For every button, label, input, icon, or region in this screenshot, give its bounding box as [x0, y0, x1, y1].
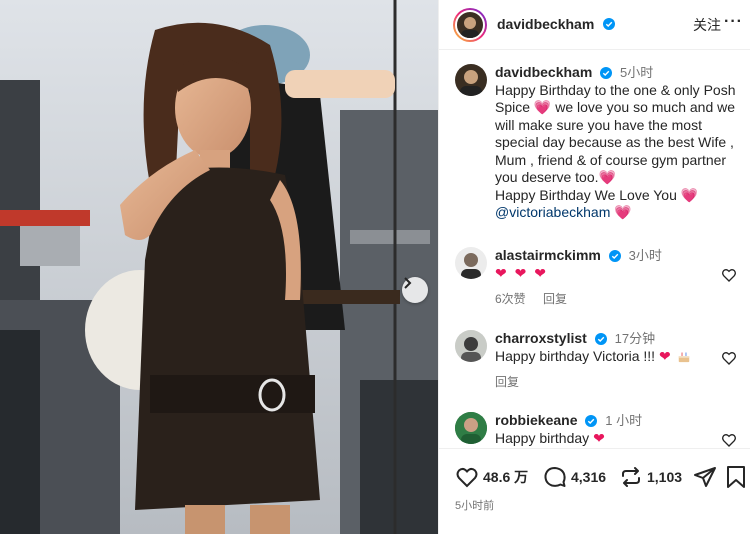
comment-username[interactable]: alastairmckimm: [495, 247, 601, 263]
comment-text-content: Happy birthday Victoria !!!: [495, 347, 659, 364]
heart-emoji: 💗: [598, 169, 616, 185]
heart-outline-icon[interactable]: [721, 267, 737, 283]
posted-time[interactable]: 5小时前: [455, 497, 494, 513]
author-username[interactable]: davidbeckham: [497, 16, 594, 32]
verified-icon: [602, 18, 615, 31]
action-bar: 48.6 万 4,316 1,103 5小时前: [439, 448, 750, 534]
heart-outline-icon[interactable]: [721, 432, 737, 448]
save-icon[interactable]: [725, 465, 747, 489]
heart-outline-icon: [456, 468, 478, 488]
post-photo[interactable]: [0, 0, 438, 534]
comment-likes[interactable]: 6次赞: [495, 292, 526, 306]
reply-button[interactable]: 回复: [543, 292, 567, 306]
comment-body: robbiekeane 1 小时 Happy birthday ❤: [495, 412, 715, 447]
comment-text: ❤ ❤ ❤: [495, 264, 548, 281]
caption-text: Happy Birthday to the one & only Posh Sp…: [495, 82, 745, 222]
author-avatar-image: [455, 9, 485, 40]
comment-text: Happy birthday ❤: [495, 430, 715, 448]
comment-text: Happy birthday Victoria !!! ❤: [495, 348, 715, 366]
heart-emoji: ❤: [658, 347, 673, 364]
birthday-cake-icon: [678, 352, 689, 362]
carousel-next-button[interactable]: [402, 277, 428, 303]
reply-button[interactable]: 回复: [495, 375, 519, 389]
comment-username[interactable]: robbiekeane: [495, 412, 577, 428]
comment-meta: 6次赞 回复: [495, 290, 715, 307]
caption-avatar[interactable]: [455, 64, 487, 96]
comment-icon: [544, 467, 566, 487]
comment-body: alastairmckimm 3小时 ❤ ❤ ❤ 6次赞 回复: [495, 247, 715, 307]
post-header: davidbeckham 关注 ···: [439, 0, 750, 50]
verified-icon: [594, 333, 607, 346]
verified-icon: [600, 67, 613, 80]
heart-emoji: 💗: [533, 99, 552, 115]
heart-outline-icon[interactable]: [721, 350, 737, 366]
comment-text-content: Happy birthday: [495, 429, 594, 446]
post-side-panel: davidbeckham 关注 ··· davidbeckham 5小时 Hap…: [438, 0, 750, 534]
heart-emoji: ❤: [593, 429, 607, 446]
heart-emoji: 💗: [680, 186, 699, 203]
repost-icon: [622, 467, 640, 487]
post-photo-illustration: [0, 0, 438, 534]
comment-time[interactable]: 1 小时: [605, 413, 642, 428]
verified-icon: [608, 250, 621, 263]
mention-link[interactable]: @victoriabeckham: [495, 204, 610, 220]
comment-username[interactable]: charroxstylist: [495, 330, 587, 346]
caption-part-3: Happy Birthday We Love You: [495, 186, 681, 203]
comment-time[interactable]: 17分钟: [615, 331, 655, 346]
comments-list[interactable]: davidbeckham 5小时 Happy Birthday to the o…: [439, 51, 750, 448]
comment-time[interactable]: 3小时: [629, 248, 662, 263]
comment-avatar[interactable]: [455, 412, 487, 444]
repost-count: 1,103: [647, 469, 683, 485]
author-name-wrap: davidbeckham: [497, 16, 615, 34]
comment-meta: 回复: [495, 373, 715, 390]
caption-body: davidbeckham 5小时 Happy Birthday to the o…: [495, 64, 745, 222]
comment-button[interactable]: 4,316: [543, 465, 606, 489]
caption-time[interactable]: 5小时: [620, 65, 653, 80]
more-options-button[interactable]: ···: [724, 13, 743, 31]
like-count: 48.6 万: [483, 469, 529, 485]
repost-button[interactable]: 1,103: [619, 465, 682, 489]
heart-emoji: 💗: [614, 204, 632, 220]
comment-count: 4,316: [571, 469, 607, 485]
follow-button[interactable]: 关注: [693, 15, 721, 35]
verified-icon: [585, 415, 598, 428]
caption-username[interactable]: davidbeckham: [495, 64, 592, 80]
comment-avatar[interactable]: [455, 330, 487, 362]
like-button[interactable]: 48.6 万: [455, 465, 528, 489]
comment-body: charroxstylist 17分钟 Happy birthday Victo…: [495, 330, 715, 390]
carousel-next-icon: [404, 277, 412, 289]
author-avatar[interactable]: [453, 7, 487, 42]
comment-avatar[interactable]: [455, 247, 487, 279]
share-icon[interactable]: [693, 465, 717, 489]
